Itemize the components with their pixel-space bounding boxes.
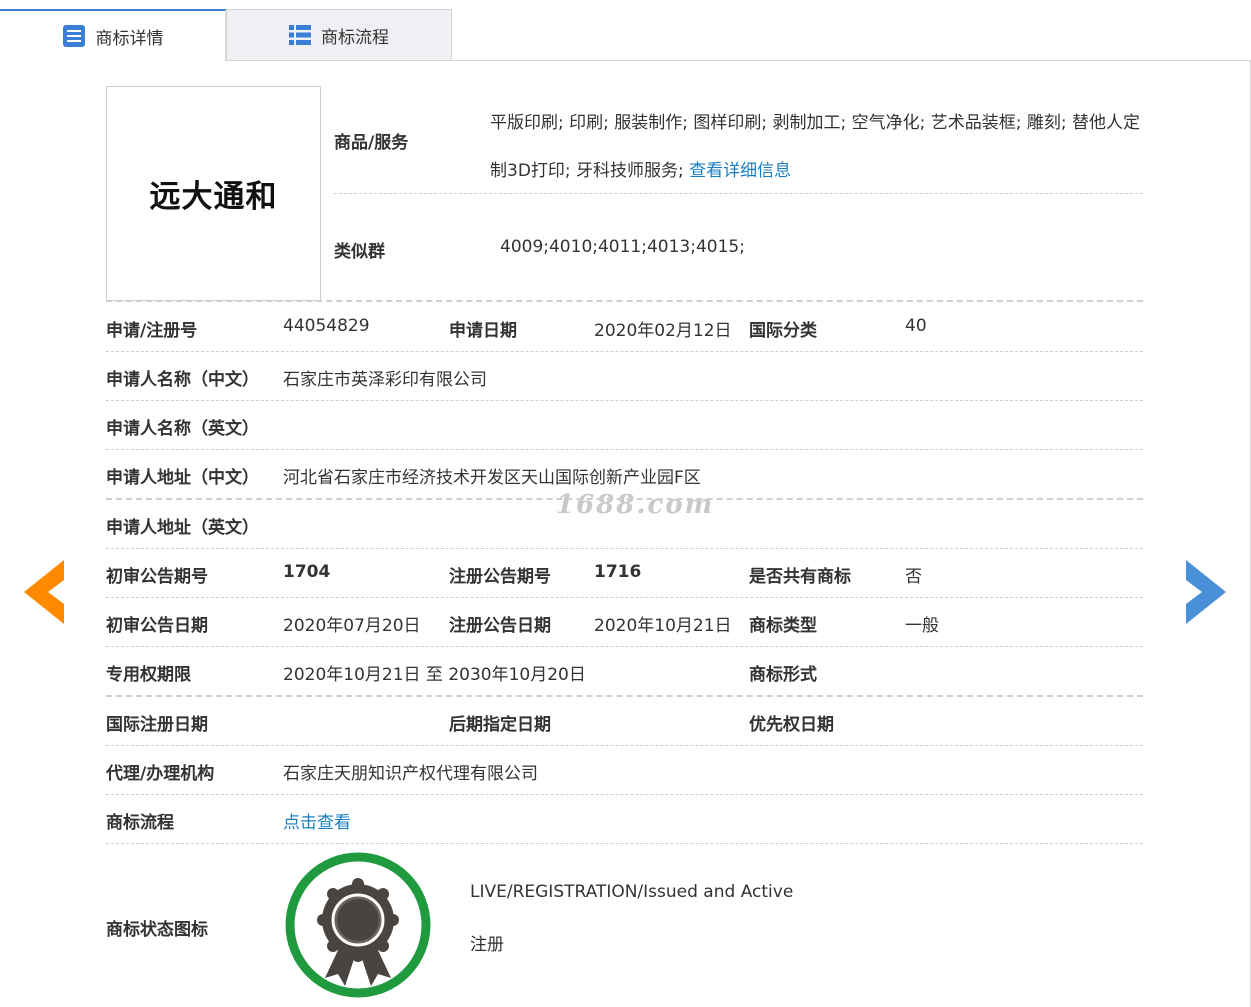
agent-label: 代理/办理机构: [106, 764, 215, 784]
exclusive-value: 2020年10月21日 至 2030年10月20日: [283, 665, 586, 685]
later-date-label: 后期指定日期: [449, 715, 551, 735]
divider: [106, 351, 1143, 352]
view-flow-link[interactable]: 点击查看: [283, 808, 351, 833]
divider: [106, 300, 1143, 302]
next-arrow-icon[interactable]: [1184, 560, 1226, 624]
intl-class-value: 40: [905, 316, 927, 336]
intl-reg-date-label: 国际注册日期: [106, 715, 208, 735]
tab-label: 商标流程: [321, 27, 389, 48]
apply-date-value: 2020年02月12日: [594, 321, 732, 341]
document-list-icon: [62, 25, 85, 47]
prelim-no-value: 1704: [283, 562, 331, 582]
reg-pub-no-value: 1716: [594, 562, 642, 582]
reg-pub-no-label: 注册公告期号: [449, 567, 551, 587]
apply-date-label: 申请日期: [449, 321, 517, 341]
status-icon-label: 商标状态图标: [106, 920, 208, 940]
tm-type-value: 一般: [905, 616, 939, 636]
divider: [106, 597, 1143, 598]
divider: [106, 646, 1143, 647]
address-cn-label: 申请人地址（中文）: [106, 468, 259, 488]
watermark: 1688.com: [556, 490, 715, 520]
prelim-date-label: 初审公告日期: [106, 616, 208, 636]
address-cn-value: 河北省石家庄市经济技术开发区天山国际创新产业园F区: [283, 468, 701, 488]
flow-label: 商标流程: [106, 813, 174, 833]
similar-group-label: 类似群: [334, 242, 385, 262]
trademark-logo-text: 远大通和: [149, 179, 278, 215]
tab-label: 商标详情: [95, 28, 164, 49]
tab-bar: 商标详情 商标流程: [0, 0, 1251, 61]
applicant-cn-value: 石家庄市英泽彩印有限公司: [283, 370, 487, 390]
divider: [334, 193, 1143, 194]
status-cn-value: 注册: [470, 935, 504, 955]
applicant-cn-label: 申请人名称（中文）: [106, 370, 259, 390]
address-en-label: 申请人地址（英文）: [106, 518, 259, 538]
divider: [106, 695, 1143, 697]
goods-label: 商品/服务: [334, 133, 409, 153]
divider: [106, 449, 1143, 450]
divider: [106, 843, 1143, 844]
prev-arrow-icon[interactable]: [24, 560, 66, 624]
agent-value: 石家庄天朋知识产权代理有限公司: [283, 764, 538, 784]
prelim-no-label: 初审公告期号: [106, 567, 208, 587]
similar-group-value: 4009;4010;4011;4013;4015;: [500, 237, 745, 257]
trademark-image: 远大通和: [106, 86, 321, 301]
tab-trademark-flow[interactable]: 商标流程: [226, 9, 452, 61]
divider: [106, 400, 1143, 401]
prelim-date-value: 2020年07月20日: [283, 616, 421, 636]
reg-no-label: 申请/注册号: [106, 321, 198, 341]
exclusive-label: 专用权期限: [106, 665, 191, 685]
reg-no-value: 44054829: [283, 316, 370, 336]
intl-class-label: 国际分类: [749, 321, 817, 341]
registered-seal-icon: [285, 852, 431, 998]
divider: [106, 548, 1143, 549]
list-icon: [289, 25, 311, 45]
reg-pub-date-label: 注册公告日期: [449, 616, 551, 636]
divider: [106, 794, 1143, 795]
priority-label: 优先权日期: [749, 715, 834, 735]
tm-type-label: 商标类型: [749, 616, 817, 636]
shared-value: 否: [905, 567, 922, 587]
divider: [106, 745, 1143, 746]
divider: [106, 498, 1143, 500]
status-en-value: LIVE/REGISTRATION/Issued and Active: [470, 882, 794, 902]
tab-trademark-details[interactable]: 商标详情: [0, 9, 226, 61]
view-details-link[interactable]: 查看详细信息: [689, 161, 791, 181]
goods-text: 平版印刷; 印刷; 服装制作; 图样印刷; 剥制加工; 空气净化; 艺术品装框;…: [490, 113, 1141, 181]
reg-pub-date-value: 2020年10月21日: [594, 616, 732, 636]
shared-label: 是否共有商标: [749, 567, 851, 587]
tm-form-label: 商标形式: [749, 665, 817, 685]
goods-value: 平版印刷; 印刷; 服装制作; 图样印刷; 剥制加工; 空气净化; 艺术品装框;…: [490, 99, 1150, 195]
applicant-en-label: 申请人名称（英文）: [106, 419, 259, 439]
